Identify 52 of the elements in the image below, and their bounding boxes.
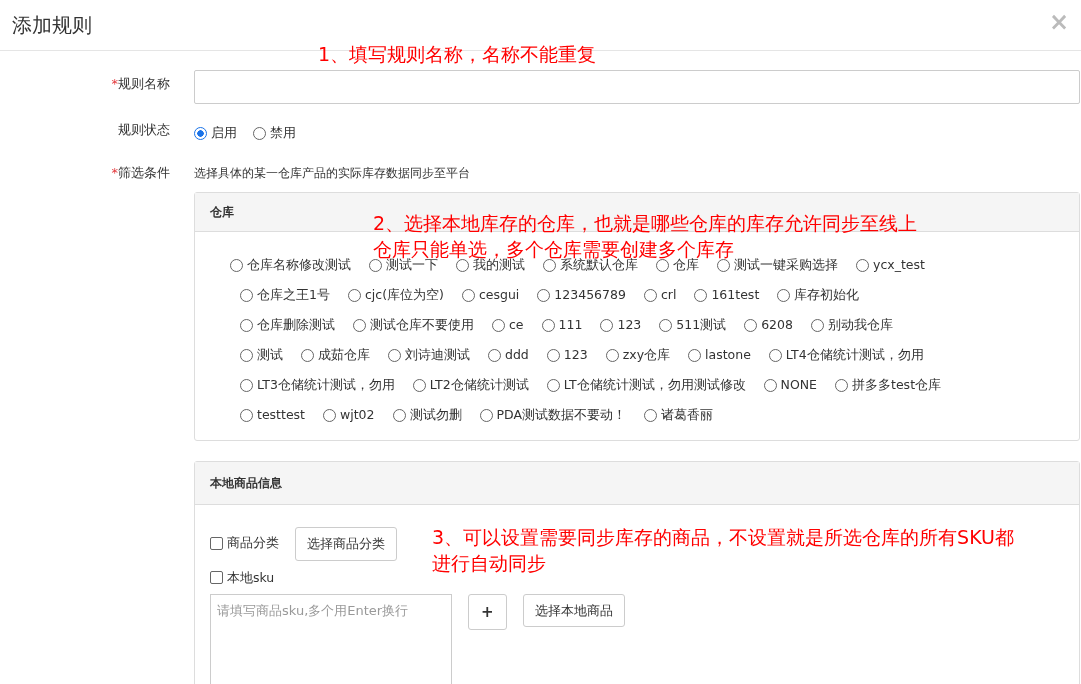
radio-option[interactable]: 511测试 (659, 315, 727, 335)
radio-option[interactable]: 成茹仓库 (301, 345, 370, 365)
radio-option[interactable]: 别动我仓库 (810, 315, 893, 335)
add-button[interactable]: + (468, 593, 507, 631)
radio-option[interactable]: NONE (763, 375, 818, 395)
radio-option[interactable]: LT仓储统计测试，勿用测试修改 (546, 375, 746, 395)
filter-hint: 选择具体的某一仓库产品的实际库存数据同步至平台 (194, 164, 471, 182)
radio-option[interactable]: 123456789 (537, 285, 626, 305)
checkbox-option[interactable]: 商品分类 (210, 534, 279, 554)
radio-option[interactable]: 拼多多test仓库 (835, 375, 942, 395)
radio-option[interactable]: 123 (546, 345, 588, 365)
field-label: *规则名称 (110, 75, 171, 93)
radio-option[interactable]: testtest (240, 405, 305, 425)
dialog-title: 添加规则 (12, 12, 92, 39)
radio-option[interactable]: 仓库之王1号 (240, 285, 330, 305)
radio-option[interactable]: cjc(库位为空) (347, 285, 444, 305)
radio-option[interactable]: ce (492, 315, 524, 335)
radio-option[interactable]: crl (643, 285, 677, 305)
radio-option[interactable]: LT4仓储统计测试，勿用 (768, 345, 924, 365)
radio-option[interactable]: 测试勿删 (392, 405, 462, 425)
radio-option[interactable]: 111 (541, 315, 583, 335)
radio-option[interactable]: PDA测试数据不要动！ (479, 405, 627, 425)
rule-name-input[interactable] (194, 70, 1080, 104)
radio-option[interactable]: cesgui (461, 285, 520, 305)
radio-option[interactable]: wjt02 (323, 405, 375, 425)
radio-option[interactable]: 禁用 (253, 124, 296, 143)
panel-title: 本地商品信息 (195, 462, 1079, 505)
radio-option[interactable]: 库存初始化 (777, 285, 860, 305)
radio-option[interactable]: 测试仓库不要使用 (353, 315, 474, 335)
radio-option[interactable]: 仓库删除测试 (240, 315, 335, 335)
sku-textarea[interactable]: 请填写商品sku,多个用Enter换行 (210, 593, 452, 684)
radio-option[interactable]: zxy仓库 (605, 345, 671, 365)
radio-option[interactable]: 测试 (240, 345, 283, 365)
radio-option[interactable]: LT3仓储统计测试，勿用 (240, 375, 395, 395)
field-label: *筛选条件 (110, 163, 171, 182)
radio-option[interactable]: ddd (488, 345, 529, 365)
annotation-text: 3、可以设置需要同步库存的商品，不设置就是所选仓库的所有SKU都 进行自动同步 (432, 525, 1014, 576)
radio-option[interactable]: 6208 (744, 315, 793, 335)
select-category-button[interactable]: 选择商品分类 (295, 527, 397, 561)
radio-option[interactable]: lastone (688, 345, 751, 365)
radio-option[interactable]: 161test (694, 285, 760, 305)
annotation-text: 1、填写规则名称，名称不能重复 (318, 42, 597, 67)
radio-option[interactable]: ycx_test (856, 255, 925, 275)
select-product-button[interactable]: 选择本地商品 (522, 593, 625, 628)
field-label: 规则状态 (117, 121, 171, 139)
radio-option[interactable]: 123 (600, 315, 642, 335)
radio-option[interactable]: 仓库名称修改测试 (230, 255, 351, 275)
radio-option[interactable]: 启用 (194, 124, 237, 143)
checkbox-option[interactable]: 本地sku (210, 568, 275, 588)
radio-option[interactable]: LT2仓储统计测试 (412, 375, 529, 395)
radio-option[interactable]: 刘诗迪测试 (388, 345, 470, 365)
radio-option[interactable]: 诸葛香丽 (644, 405, 714, 425)
